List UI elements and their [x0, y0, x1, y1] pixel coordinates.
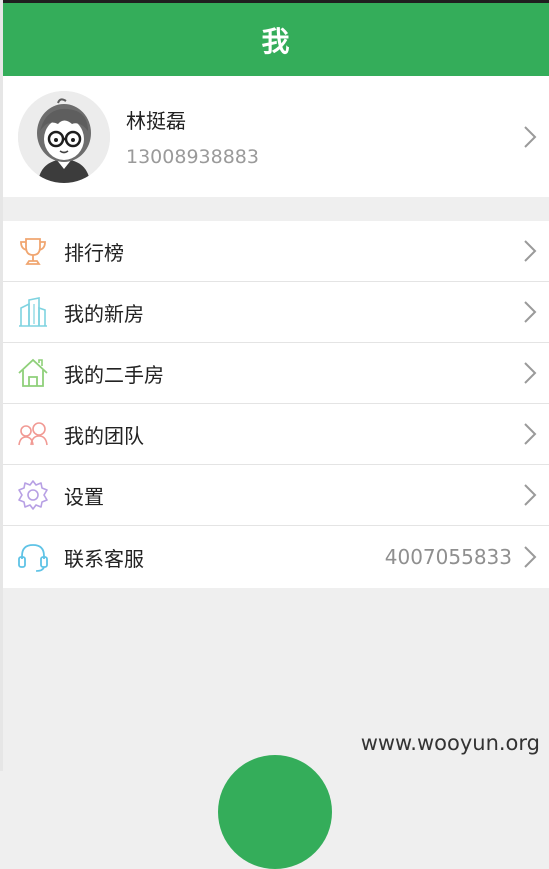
menu-label: 联系客服 — [64, 546, 144, 571]
trophy-icon — [16, 234, 50, 268]
profile-name: 林挺磊 — [126, 109, 186, 133]
menu-label: 我的团队 — [64, 423, 144, 448]
profile-phone: 13008938883 — [126, 146, 259, 168]
menu-item-customer-service[interactable]: 联系客服 4007055833 — [3, 526, 549, 588]
watermark-text: www.wooyun.org — [360, 731, 540, 755]
menu-item-settings[interactable]: 设置 — [3, 465, 549, 526]
buildings-icon — [16, 295, 50, 329]
profile-card[interactable]: 林挺磊 13008938883 — [3, 76, 549, 197]
chevron-right-icon — [523, 422, 537, 450]
chevron-right-icon — [523, 125, 537, 153]
chevron-right-icon — [523, 483, 537, 511]
avatar — [18, 90, 110, 183]
chevron-right-icon — [523, 361, 537, 389]
menu-list: 排行榜 我的新房 我的二手房 我的团队 设置 联系客服 4007055833 — [3, 221, 549, 588]
chevron-right-icon — [523, 300, 537, 328]
avatar-illustration-icon — [18, 90, 110, 183]
menu-item-second-hand-homes[interactable]: 我的二手房 — [3, 343, 549, 404]
chevron-right-icon — [523, 545, 537, 573]
menu-item-my-team[interactable]: 我的团队 — [3, 404, 549, 465]
house-icon — [16, 356, 50, 390]
service-phone-number[interactable]: 4007055833 — [385, 545, 512, 569]
section-divider — [3, 197, 549, 221]
chevron-right-icon — [523, 239, 537, 267]
gear-icon — [16, 478, 50, 512]
team-icon — [16, 417, 50, 451]
menu-label: 设置 — [64, 484, 104, 509]
menu-label: 我的二手房 — [64, 362, 164, 387]
menu-label: 排行榜 — [64, 240, 124, 265]
menu-item-leaderboard[interactable]: 排行榜 — [3, 221, 549, 282]
menu-label: 我的新房 — [64, 301, 144, 326]
top-bar: 我 — [3, 0, 549, 76]
menu-item-new-homes[interactable]: 我的新房 — [3, 282, 549, 343]
bottom-action-button[interactable] — [218, 755, 332, 869]
headset-icon — [16, 540, 50, 574]
page-title: 我 — [261, 24, 291, 58]
